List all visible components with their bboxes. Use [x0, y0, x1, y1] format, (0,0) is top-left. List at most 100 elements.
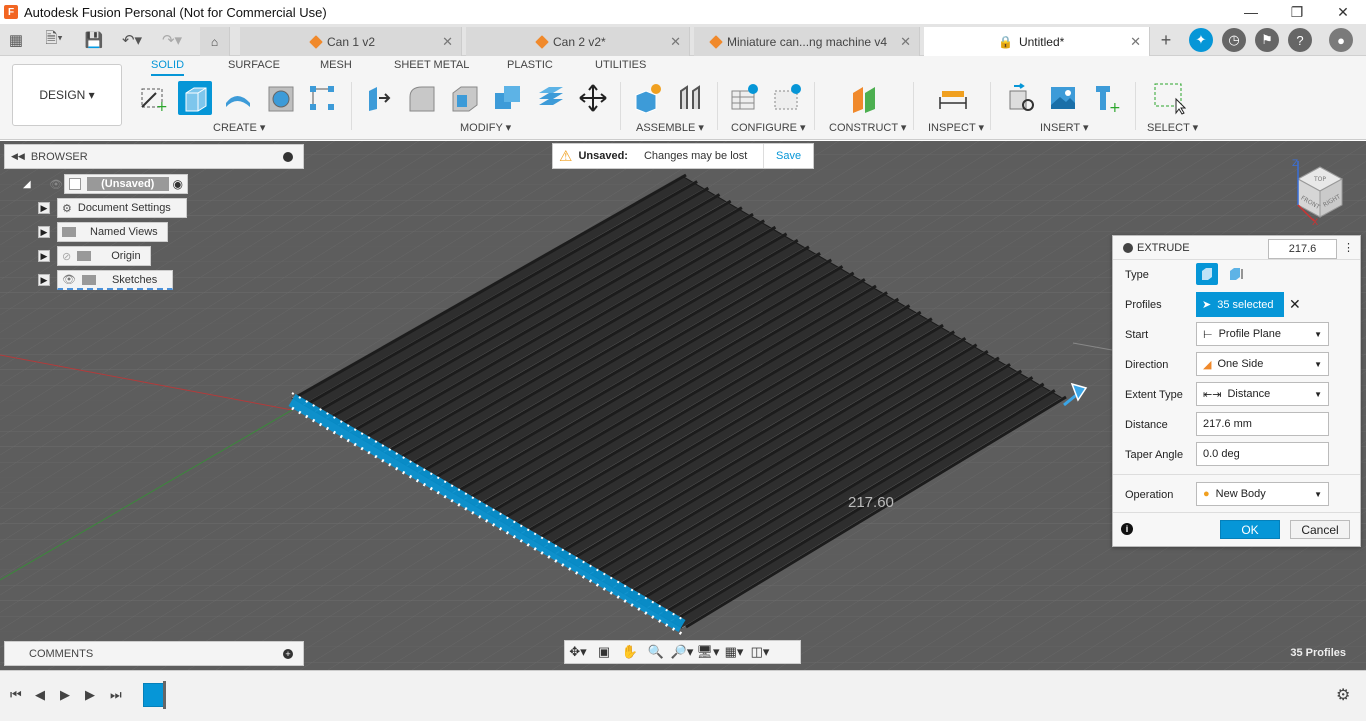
add-comment-icon[interactable]: +: [283, 648, 293, 659]
extensions-icon[interactable]: ✦: [1189, 28, 1213, 52]
orbit-icon[interactable]: ✥▾: [565, 644, 591, 660]
browser-root-node[interactable]: ◢ 👁 (Unsaved) ◉: [23, 174, 188, 194]
joint-button[interactable]: [673, 81, 707, 115]
redo-icon[interactable]: ↷▾: [156, 29, 188, 51]
insert-mcmaster-button[interactable]: +: [1089, 81, 1123, 115]
help-icon[interactable]: ?: [1288, 28, 1312, 52]
create-group-label[interactable]: CREATE ▾: [213, 121, 265, 134]
timeline-feature-extrude[interactable]: [143, 683, 165, 707]
measure-button[interactable]: [936, 81, 970, 115]
info-icon[interactable]: i: [1121, 523, 1133, 535]
configure-table-button[interactable]: [727, 81, 761, 115]
dimension-label[interactable]: 217.60: [848, 494, 894, 511]
tab-utilities[interactable]: UTILITIES: [595, 59, 646, 71]
create-sketch-button[interactable]: +: [136, 81, 170, 115]
distance-input[interactable]: 217.6 mm: [1196, 412, 1329, 436]
tab-can-1[interactable]: Can 1 v2 ✕: [240, 27, 462, 56]
fillet-button[interactable]: [404, 81, 438, 115]
modify-group-label[interactable]: MODIFY ▾: [460, 121, 511, 134]
tab-solid[interactable]: SOLID: [151, 59, 185, 76]
save-icon[interactable]: 💾: [83, 29, 105, 51]
cancel-button[interactable]: Cancel: [1290, 520, 1350, 539]
job-status-icon[interactable]: ◷: [1222, 28, 1246, 52]
profiles-selection-button[interactable]: ➤ 35 selected: [1196, 292, 1284, 317]
go-to-start-icon[interactable]: ⏮: [10, 687, 22, 703]
tab-can-2[interactable]: Can 2 v2* ✕: [466, 27, 690, 56]
clear-selection-icon[interactable]: ✕: [1289, 296, 1301, 313]
press-pull-button[interactable]: [361, 81, 395, 115]
timeline-marker[interactable]: [163, 681, 166, 709]
collapse-browser-icon[interactable]: ◀◀: [11, 151, 25, 162]
go-to-end-icon[interactable]: ⏭: [110, 687, 122, 703]
browser-item-document-settings[interactable]: ⚙ Document Settings: [57, 198, 187, 218]
inspect-group-label[interactable]: INSPECT ▾: [928, 121, 984, 134]
pattern-button[interactable]: [305, 81, 339, 115]
viewports-icon[interactable]: ◫▾: [747, 644, 773, 660]
operation-dropdown[interactable]: ● New Body ▼: [1196, 482, 1329, 506]
select-group-label[interactable]: SELECT ▾: [1147, 121, 1198, 134]
direction-dropdown[interactable]: ◢ One Side ▼: [1196, 352, 1329, 376]
pan-icon[interactable]: ✋: [617, 644, 643, 660]
assemble-group-label[interactable]: ASSEMBLE ▾: [636, 121, 704, 134]
new-tab-icon[interactable]: +: [1155, 29, 1177, 51]
close-button[interactable]: ✕: [1320, 0, 1366, 24]
collapse-dialog-icon[interactable]: [1123, 242, 1133, 253]
configure-group-label[interactable]: CONFIGURE ▾: [731, 121, 806, 134]
fit-icon[interactable]: 🔎▾: [669, 644, 695, 660]
look-at-icon[interactable]: ▣: [591, 644, 617, 660]
tab-plastic[interactable]: PLASTIC: [507, 59, 553, 71]
eye-icon[interactable]: 👁: [62, 273, 76, 286]
expand-sketches-arrow[interactable]: ▶: [38, 274, 50, 286]
save-link[interactable]: Save: [763, 144, 801, 168]
browser-item-named-views[interactable]: Named Views: [57, 222, 168, 242]
comments-panel[interactable]: COMMENTS +: [4, 641, 304, 666]
grid-settings-icon[interactable]: ▦▾: [721, 644, 747, 660]
close-tab-icon[interactable]: ✕: [442, 34, 453, 50]
tab-sheet-metal[interactable]: SHEET METAL: [394, 59, 469, 71]
taper-angle-input[interactable]: 0.0 deg: [1196, 442, 1329, 466]
select-button[interactable]: [1152, 81, 1186, 115]
step-back-icon[interactable]: ◀: [35, 687, 45, 703]
tree-collapse-arrow[interactable]: ◢: [23, 179, 31, 190]
tab-surface[interactable]: SURFACE: [228, 59, 280, 71]
configure-rule-button[interactable]: [770, 81, 804, 115]
home-tab[interactable]: ⌂: [200, 27, 230, 56]
insert-derive-button[interactable]: [1004, 81, 1038, 115]
dialog-header-value[interactable]: 217.6: [1268, 239, 1337, 259]
browser-options-icon[interactable]: [283, 151, 293, 162]
close-tab-icon[interactable]: ✕: [900, 34, 911, 50]
hole-button[interactable]: [263, 81, 297, 115]
browser-item-sketches[interactable]: 👁 Sketches: [57, 270, 173, 290]
tab-mesh[interactable]: MESH: [320, 59, 352, 71]
move-copy-button[interactable]: [576, 81, 610, 115]
combine-button[interactable]: [490, 81, 524, 115]
notifications-icon[interactable]: ⚑: [1255, 28, 1279, 52]
undo-icon[interactable]: ↶▾: [116, 29, 148, 51]
eye-hidden-icon[interactable]: ⊘: [62, 250, 71, 263]
zoom-icon[interactable]: 🔍: [643, 644, 669, 660]
timeline-settings-gear-icon[interactable]: ⚙: [1336, 685, 1350, 705]
offset-face-button[interactable]: [533, 81, 567, 115]
avatar[interactable]: ●: [1329, 28, 1353, 52]
expand-named-views-arrow[interactable]: ▶: [38, 226, 50, 238]
browser-item-origin[interactable]: ⊘ Origin: [57, 246, 151, 266]
offset-plane-button[interactable]: [847, 81, 881, 115]
close-tab-icon[interactable]: ✕: [670, 34, 681, 50]
minimize-button[interactable]: —: [1228, 0, 1274, 24]
extrude-button[interactable]: [178, 81, 212, 115]
start-dropdown[interactable]: ⊢ Profile Plane ▼: [1196, 322, 1329, 346]
app-grid-icon[interactable]: ▦: [5, 29, 27, 51]
activate-radio-icon[interactable]: ◉: [173, 177, 183, 191]
insert-canvas-button[interactable]: [1046, 81, 1080, 115]
dialog-more-icon[interactable]: ⋮: [1343, 241, 1354, 254]
new-component-button[interactable]: [630, 81, 664, 115]
workspace-switcher[interactable]: DESIGN ▾: [12, 64, 122, 126]
type-thin-button[interactable]: [1225, 263, 1247, 285]
shell-button[interactable]: [447, 81, 481, 115]
tab-untitled[interactable]: 🔒 Untitled* ✕: [924, 27, 1150, 56]
extent-type-dropdown[interactable]: ⇤⇥ Distance ▼: [1196, 382, 1329, 406]
expand-origin-arrow[interactable]: ▶: [38, 250, 50, 262]
revolve-button[interactable]: [220, 81, 254, 115]
tab-miniature-machine[interactable]: Miniature can...ng machine v4 ✕: [694, 27, 920, 56]
expand-document-settings-arrow[interactable]: ▶: [38, 202, 50, 214]
